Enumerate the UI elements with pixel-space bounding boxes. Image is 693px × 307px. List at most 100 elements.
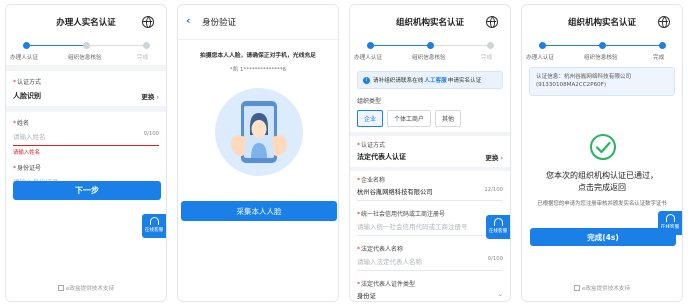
legal-rep-name-input[interactable]: 请输入法定代表人名称 0/100 — [357, 256, 503, 266]
face-illustration — [215, 88, 303, 176]
step-label: 组织信息核验 — [412, 55, 446, 61]
step-dot — [143, 42, 150, 49]
legal-rep-name-field: *法定代表人名称 请输入法定代表人名称 0/100 — [350, 241, 510, 276]
step-label: 组织信息核验 — [584, 55, 618, 61]
header: 组织机构实名认证 — [522, 5, 682, 39]
id-type-select[interactable]: 身份证 ⌄ — [357, 291, 503, 300]
input-underline — [357, 200, 503, 201]
step-dot — [83, 42, 90, 49]
change-auth-method-button[interactable]: 更换 › — [141, 91, 159, 101]
credit-code-input[interactable]: 请输入统一社会信用代码或工商注册号 — [357, 221, 503, 231]
input-underline — [357, 270, 503, 271]
step-dot-done — [599, 42, 606, 49]
field-label: 统一社会信用代码或工商注册号 — [361, 211, 446, 218]
char-counter: 0/100 — [487, 256, 503, 262]
org-type-selector: 企业 个体工商户 其他 — [357, 110, 503, 127]
step-dot-done — [539, 42, 546, 49]
step-line — [86, 45, 146, 46]
field-label: 认证方式 — [361, 142, 386, 149]
step-label: 完成 — [481, 55, 493, 61]
progress-steps: 办理人认证 组织信息核验 完成 — [522, 39, 682, 65]
auth-method-field: *认证方式 法定代表人认证 更换 › — [357, 142, 503, 162]
step-label: 办理人认证 — [10, 55, 38, 61]
org-type-option[interactable]: 个体工商户 — [387, 110, 432, 127]
step-line — [26, 45, 86, 46]
logo-icon — [57, 285, 64, 291]
globe-icon[interactable] — [658, 16, 670, 28]
char-counter: 0/100 — [143, 131, 159, 137]
page-title: 办理人实名认证 — [56, 18, 116, 28]
step-dot — [487, 42, 494, 49]
face-verify-screen: ‹ 身份验证 拍摄您本人人脸，请确保正对手机，光线充足 *凯 1********… — [177, 4, 339, 302]
org-type-field: 组织类型 企业 个体工商户 其他 — [350, 91, 510, 132]
header: ‹ 身份验证 — [178, 5, 338, 39]
auth-method-value: 人脸识别 — [13, 92, 41, 100]
headset-icon — [149, 217, 159, 225]
next-button[interactable]: 下一步 — [13, 181, 161, 200]
step-label: 办理人认证 — [354, 55, 382, 61]
org-type-option[interactable]: 其他 — [435, 110, 462, 127]
masked-identity: *凯 1**************6 — [229, 67, 287, 73]
name-field: *姓名 请输入姓名 0/100 请输入姓名 — [13, 120, 159, 156]
logo-icon — [573, 285, 580, 291]
field-label: 姓名 — [17, 120, 30, 127]
name-input[interactable]: 请输入姓名 0/100 — [13, 131, 159, 141]
step-line — [430, 45, 490, 46]
input-underline — [357, 235, 503, 236]
success-message: 您本次的组织机构认证已通过， 点击完成返回 — [546, 171, 658, 192]
company-name-input[interactable]: 杭州谷胤网络科技有限公司 12/100 — [357, 187, 503, 196]
progress-steps: 办理人认证 组织信息核验 完成 — [6, 39, 166, 65]
field-label: 法定代表人名称 — [361, 246, 404, 253]
step-label: 完成 — [653, 55, 665, 61]
tech-support-footer: e政盒提供技术支持 — [522, 284, 682, 292]
certificate-note: 已根据您的申请为您注册审核并颁发实名认证数字证书 — [537, 201, 667, 207]
step-dot-active — [427, 42, 434, 49]
step-label: 组织信息核验 — [68, 55, 102, 61]
step-dot-active — [23, 42, 30, 49]
done-button[interactable]: 完成(4s) — [530, 228, 676, 246]
page-title: 身份验证 — [202, 18, 237, 28]
chevron-right-icon: › — [500, 154, 503, 162]
instruction-text: 拍摄您本人人脸，请确保正对手机，光线充足 — [200, 53, 316, 59]
step-label: 办理人认证 — [526, 55, 554, 61]
online-service-button[interactable]: 在线客服 — [142, 214, 166, 238]
capture-face-button[interactable]: 采集本人人脸 — [181, 201, 337, 221]
step-dot-active — [659, 42, 666, 49]
headset-icon — [665, 214, 675, 222]
org-auth-success-screen: 组织机构实名认证 办理人认证 组织信息核验 完成 认证信息：杭州谷胤网络科技有限… — [521, 4, 683, 302]
org-type-option[interactable]: 企业 — [357, 110, 384, 127]
input-underline — [13, 145, 159, 146]
progress-steps: 办理人认证 组织信息核验 完成 — [350, 39, 510, 65]
tech-support-footer: e政盒提供技术支持 — [6, 284, 166, 292]
chevron-right-icon: › — [156, 93, 159, 101]
org-info-label: 认证信息：杭州谷胤网络科技有限公司 — [536, 74, 632, 80]
online-service-button[interactable]: 在线客服 — [486, 215, 510, 239]
field-label: 法定代表人证件类型 — [361, 281, 416, 288]
company-name-field: *企业名称 杭州谷胤网络科技有限公司 12/100 — [350, 171, 510, 206]
field-label: 企业名称 — [361, 177, 386, 184]
field-label: 身份证号 — [17, 165, 42, 172]
field-label: 组织类型 — [357, 98, 382, 105]
page-title: 组织机构实名认证 — [567, 18, 636, 28]
change-auth-method-button[interactable]: 更换 › — [485, 152, 503, 162]
globe-icon[interactable] — [142, 16, 154, 28]
headset-icon — [493, 218, 503, 226]
org-credit-code: (91330108MA2CC2P60F) — [536, 82, 607, 89]
human-service-link[interactable]: 人工客服 — [424, 76, 446, 84]
notice-banner: i 请补组织请联系在线 人工客服 申请实名认证 — [357, 71, 503, 89]
org-auth-form-screen: 组织机构实名认证 办理人认证 组织信息核验 完成 i 请补组织请联系在线 人工客… — [349, 4, 511, 302]
handler-auth-screen: 办理人实名认证 办理人认证 组织信息核验 完成 *认证方式 人脸识别 更换 › *… — [5, 4, 167, 302]
header: 组织机构实名认证 — [350, 5, 510, 39]
step-label: 完成 — [137, 55, 149, 61]
back-arrow-icon[interactable]: ‹ — [186, 14, 191, 27]
page-title: 组织机构实名认证 — [395, 18, 464, 28]
header: 办理人实名认证 — [6, 5, 166, 39]
info-icon: i — [363, 76, 370, 84]
check-circle-icon — [590, 134, 616, 160]
error-message: 请输入姓名 — [13, 150, 40, 156]
chevron-down-icon: ⌄ — [497, 291, 503, 298]
globe-icon[interactable] — [486, 16, 498, 28]
legal-rep-id-type-field: *法定代表人证件类型 身份证 ⌄ — [357, 281, 503, 300]
char-counter: 12/100 — [484, 187, 503, 193]
auth-method-field: *认证方式 人脸识别 更换 › — [13, 79, 159, 101]
